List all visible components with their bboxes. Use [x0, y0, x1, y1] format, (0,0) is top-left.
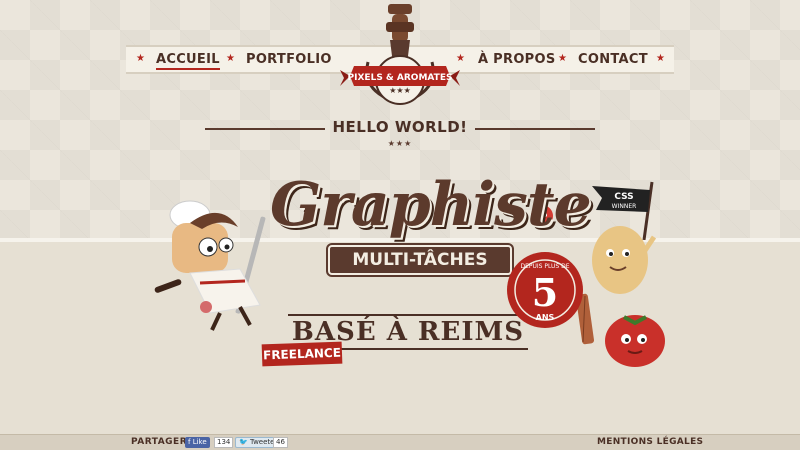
badge-top-text: DEPUIS PLUS DE: [520, 263, 569, 270]
flag-line1: CSS: [614, 192, 633, 202]
footer: PARTAGER f Like 134 🐦 Tweeter 46 MENTION…: [0, 434, 800, 450]
badge-number: 5: [532, 270, 558, 315]
freelance-tag: FREELANCE: [261, 341, 343, 367]
svg-text:★★★: ★★★: [389, 86, 411, 95]
twitter-bird-icon: 🐦: [239, 438, 250, 446]
hero-title: Graphiste: [270, 170, 592, 240]
potato-character-illustration: [592, 226, 657, 294]
facebook-like-count: 134: [214, 437, 234, 448]
experience-badge: DEPUIS PLUS DE 5 ANS: [507, 252, 583, 328]
nav-item-accueil[interactable]: ACCUEIL: [156, 52, 220, 70]
nav-star-icon: ★: [136, 53, 145, 64]
nav-item-contact[interactable]: CONTACT: [578, 52, 648, 67]
facebook-like-label: Like: [192, 438, 207, 446]
share-label: PARTAGER: [131, 437, 188, 447]
nav-item-portfolio[interactable]: PORTFOLIO: [246, 52, 332, 67]
nav-item-a-propos[interactable]: À PROPOS: [478, 52, 556, 67]
nav-star-icon: ★: [226, 53, 235, 64]
hello-stars-icon: ★★★: [387, 139, 413, 148]
badge-bottom-text: ANS: [536, 313, 555, 322]
flag-line2: WINNER: [612, 203, 637, 210]
nav-star-icon: ★: [656, 53, 665, 64]
tomato-character-illustration: [605, 315, 665, 367]
legal-link[interactable]: MENTIONS LÉGALES: [597, 437, 703, 447]
tweet-count: 46: [273, 437, 288, 448]
facebook-like-button[interactable]: f Like: [185, 437, 210, 448]
hero-subtitle: MULTI-TÂCHES: [352, 250, 488, 270]
logo-text: PIXELS & AROMATES: [348, 73, 453, 83]
hello-heading: HELLO WORLD!: [332, 118, 468, 136]
pixels-aromates-logo[interactable]: ★★★ PIXELS & AROMATES: [330, 0, 470, 110]
nav-star-icon: ★: [558, 53, 567, 64]
